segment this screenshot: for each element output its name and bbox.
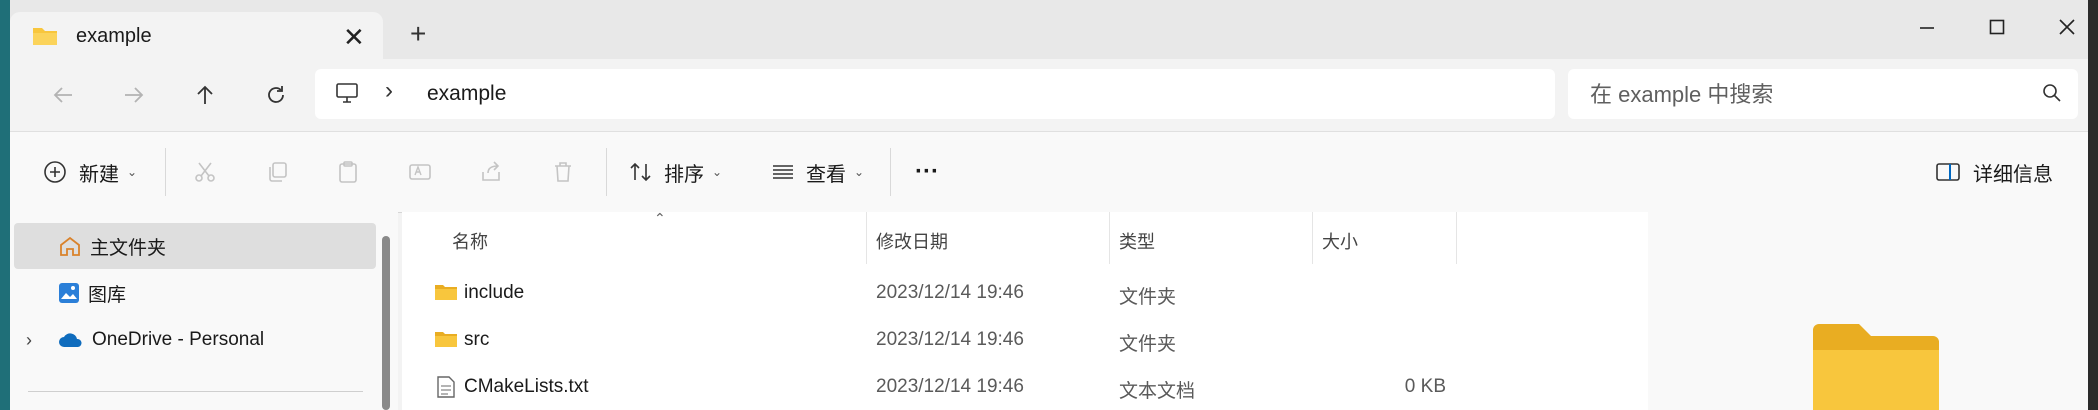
new-label: 新建 (79, 163, 119, 186)
file-type: 文件夹 (1119, 334, 1177, 355)
forward-button[interactable] (114, 77, 154, 117)
address-bar[interactable]: › example (315, 69, 1555, 119)
rename-icon (409, 164, 431, 180)
column-divider[interactable] (866, 212, 867, 264)
table-row[interactable]: CMakeLists.txt 2023/12/14 19:46 文本文档 0 K… (402, 364, 1648, 410)
chevron-down-icon: ⌄ (712, 165, 723, 179)
column-divider[interactable] (1456, 212, 1457, 264)
file-list: ⌃ 名称 修改日期 类型 大小 include 2023/12/14 19:46… (402, 210, 1648, 410)
navigation-pane: 主文件夹 图库 › OneDrive - Personal (10, 212, 398, 410)
breadcrumb[interactable]: example (427, 82, 506, 106)
file-name: include (464, 282, 525, 303)
sort-button[interactable]: 排序 ⌄ (628, 152, 722, 192)
copy-button[interactable] (265, 152, 289, 192)
nav-item-onedrive[interactable]: › OneDrive - Personal (14, 317, 376, 363)
maximize-button[interactable] (1962, 8, 2032, 48)
chevron-down-icon: ⌄ (854, 165, 865, 179)
trash-icon (555, 162, 571, 182)
delete-button[interactable] (551, 152, 575, 192)
rename-button[interactable] (408, 152, 432, 192)
folder-icon (32, 25, 58, 52)
tab-example[interactable]: example ✕ (10, 12, 383, 59)
sort-icon (630, 162, 651, 182)
details-pane-button[interactable]: 详细信息 (1935, 152, 2053, 192)
folder-icon (434, 329, 458, 355)
divider (165, 148, 166, 196)
new-tab-button[interactable]: + (410, 18, 426, 50)
sort-ascending-icon: ⌃ (654, 210, 666, 226)
file-name: src (464, 329, 490, 350)
nav-label-onedrive: OneDrive - Personal (92, 329, 265, 350)
column-header-name[interactable]: 名称 (452, 220, 488, 264)
details-label: 详细信息 (1973, 163, 2053, 186)
scissors-icon (195, 162, 215, 182)
table-row[interactable]: src 2023/12/14 19:46 文件夹 (402, 317, 1648, 363)
nav-label-home: 主文件夹 (90, 237, 167, 259)
onedrive-cloud-icon (58, 331, 84, 349)
nav-item-home[interactable]: 主文件夹 (14, 223, 376, 269)
file-size: 0 KB (1404, 376, 1446, 397)
search-icon[interactable] (2042, 83, 2062, 108)
new-button[interactable]: 新建 ⌄ (43, 152, 137, 192)
chevron-right-icon[interactable]: › (385, 77, 393, 105)
chevron-down-icon: ⌄ (127, 165, 138, 179)
column-divider[interactable] (1109, 212, 1110, 264)
chevron-right-icon[interactable]: › (26, 330, 32, 351)
command-bar: 新建 ⌄ 排序 ⌄ 查看 ⌄ ··· 详细信息 (10, 131, 2088, 213)
close-window-button[interactable] (2032, 8, 2088, 48)
nav-scrollbar[interactable] (382, 236, 390, 410)
column-header-size[interactable]: 大小 (1322, 220, 1358, 264)
search-input[interactable] (1588, 79, 2032, 111)
column-divider[interactable] (1312, 212, 1313, 264)
cut-button[interactable] (193, 152, 217, 192)
desktop-edge (2088, 0, 2098, 410)
sort-label: 排序 (664, 163, 704, 186)
file-date: 2023/12/14 19:46 (876, 329, 1024, 350)
paste-button[interactable] (336, 152, 360, 192)
view-lines-icon (773, 165, 793, 179)
share-button[interactable] (479, 152, 503, 192)
file-type: 文件夹 (1119, 287, 1177, 308)
text-file-icon (436, 376, 456, 404)
file-explorer-window: example ✕ + › example 在 example 中搜索 新建 ⌄… (10, 0, 2088, 410)
divider (606, 148, 607, 196)
file-date: 2023/12/14 19:46 (876, 282, 1024, 303)
this-pc-icon[interactable] (335, 82, 359, 109)
large-folder-icon (1811, 322, 1941, 410)
share-icon (482, 161, 500, 181)
copy-icon (269, 162, 287, 182)
address-row: › example (10, 59, 2088, 131)
column-header-type[interactable]: 类型 (1119, 220, 1155, 264)
up-button[interactable] (185, 77, 225, 117)
clipboard-icon (339, 161, 357, 183)
tab-title: example (76, 25, 152, 47)
divider (28, 391, 363, 392)
close-tab-icon[interactable]: ✕ (343, 22, 365, 53)
file-date: 2023/12/14 19:46 (876, 376, 1024, 397)
table-row[interactable]: include 2023/12/14 19:46 文件夹 (402, 270, 1648, 316)
gallery-icon (58, 282, 80, 304)
folder-icon (434, 282, 458, 308)
column-header-date[interactable]: 修改日期 (876, 220, 948, 264)
more-options-button[interactable]: ··· (915, 152, 939, 192)
file-name: CMakeLists.txt (464, 376, 589, 397)
nav-label-gallery: 图库 (88, 284, 127, 306)
details-pane (1648, 212, 2088, 410)
view-label: 查看 (806, 163, 846, 186)
nav-item-gallery[interactable]: 图库 (14, 270, 376, 316)
search-box[interactable] (1568, 69, 2078, 119)
plus-circle-icon (44, 161, 66, 183)
file-type: 文本文档 (1119, 381, 1196, 402)
home-icon (58, 235, 82, 257)
view-button[interactable]: 查看 ⌄ (770, 152, 864, 192)
back-button[interactable] (43, 77, 83, 117)
refresh-button[interactable] (256, 77, 296, 117)
divider (890, 148, 891, 196)
title-bar: example ✕ + (10, 0, 2088, 59)
details-pane-icon (1936, 163, 1960, 181)
minimize-button[interactable] (1892, 8, 1962, 48)
